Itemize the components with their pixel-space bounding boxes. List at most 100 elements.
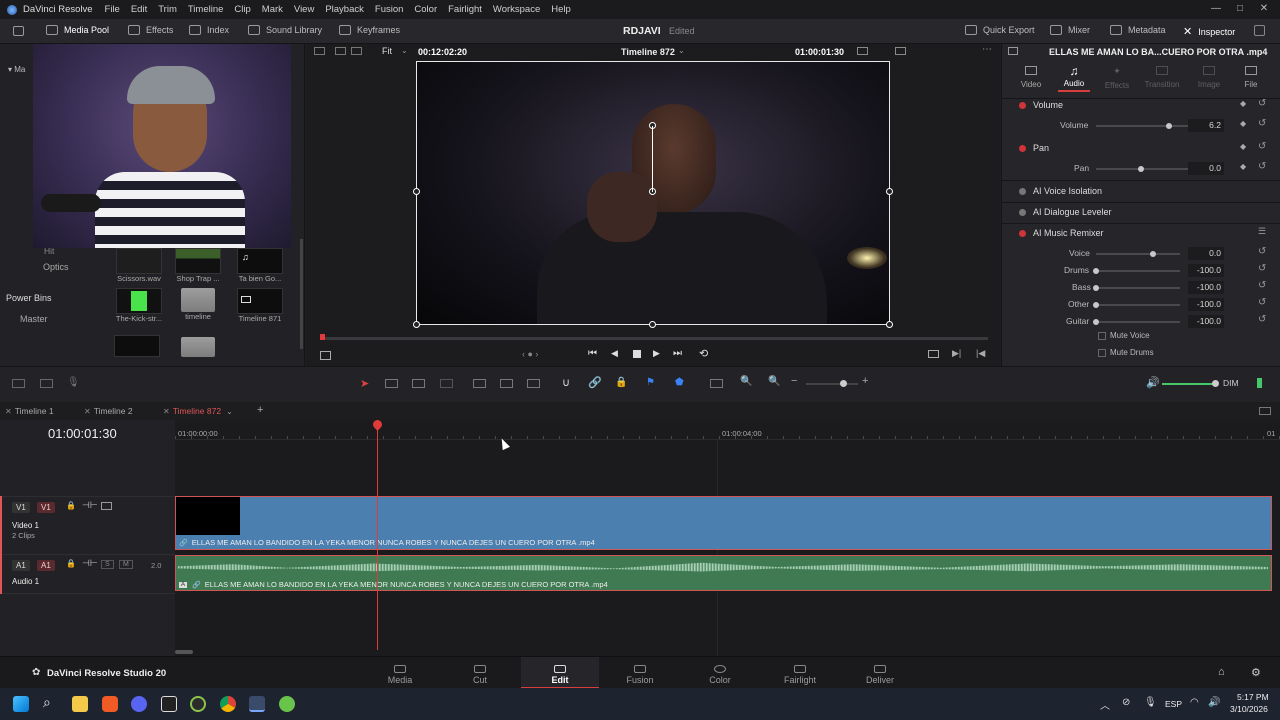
linked-selection-icon[interactable]: 🔗 xyxy=(588,376,602,389)
search-icon[interactable]: ⌕ xyxy=(43,694,51,711)
xbox-icon[interactable] xyxy=(190,696,206,712)
tab-video[interactable]: Video xyxy=(1016,66,1046,89)
microphone-tray-icon[interactable]: 🎙 xyxy=(1144,697,1157,708)
go-to-end-icon[interactable]: ⏭ xyxy=(673,348,682,359)
folder-item[interactable]: timeline xyxy=(167,288,229,321)
app-icon[interactable] xyxy=(279,696,295,712)
page-cut[interactable]: Cut xyxy=(441,657,519,689)
remixer-voice-value[interactable]: 0.0 xyxy=(1188,247,1224,260)
reset-icon[interactable]: ↺ xyxy=(1258,314,1266,325)
panel-toggle-icon[interactable] xyxy=(13,26,24,36)
reset-icon[interactable]: ↺ xyxy=(1258,280,1266,291)
power-bins-master[interactable]: Master xyxy=(20,314,48,324)
volume-value[interactable]: 6.2 xyxy=(1188,119,1224,132)
view-options-icon[interactable] xyxy=(895,47,906,55)
page-media[interactable]: Media xyxy=(361,657,439,689)
clip-item[interactable]: ♫ Ta bien Go... xyxy=(229,248,291,283)
audio-view-icon[interactable] xyxy=(40,379,53,388)
mixer-button[interactable]: Mixer xyxy=(1050,25,1090,35)
loop-icon[interactable]: ⟲ xyxy=(699,347,708,360)
full-extent-zoom-icon[interactable] xyxy=(710,379,723,388)
keyframe-diamond-icon[interactable]: ◆ xyxy=(1240,99,1246,108)
timeline-view-icon[interactable] xyxy=(12,379,25,388)
mute-drums-checkbox[interactable]: Mute Drums xyxy=(1098,348,1154,357)
pan-value[interactable]: 0.0 xyxy=(1188,162,1224,175)
panel-collapse-icon[interactable] xyxy=(1254,25,1265,36)
dynamic-trim-icon[interactable] xyxy=(412,379,425,388)
bin-hit[interactable]: Hit xyxy=(44,246,54,256)
maximize-icon[interactable]: □ xyxy=(1228,3,1252,14)
quick-export-button[interactable]: Quick Export xyxy=(965,25,1035,35)
more-options-icon[interactable]: ⋯ xyxy=(982,44,992,55)
zoom-out-icon[interactable]: − xyxy=(791,375,797,387)
solo-button[interactable]: S xyxy=(101,560,114,569)
zoom-in-icon[interactable]: + xyxy=(862,375,868,387)
crop-tool-icon[interactable] xyxy=(320,351,331,360)
zoom-slider[interactable] xyxy=(806,380,858,387)
remixer-guitar-value[interactable]: -100.0 xyxy=(1188,315,1224,328)
remixer-other-value[interactable]: -100.0 xyxy=(1188,298,1224,311)
menu-fairlight[interactable]: Fairlight xyxy=(448,4,482,15)
settings-gear-icon[interactable]: ⚙ xyxy=(1251,666,1261,679)
remixer-other-slider[interactable] xyxy=(1093,302,1180,308)
track-id-a1[interactable]: A1 xyxy=(12,560,30,571)
tab-timeline-2[interactable]: ✕ Timeline 2 xyxy=(84,406,133,416)
transform-handle[interactable] xyxy=(886,188,893,195)
transform-handle[interactable] xyxy=(886,321,893,328)
reset-icon[interactable]: ↺ xyxy=(1258,297,1266,308)
track-target-v1[interactable]: V1 xyxy=(37,502,55,513)
zoom-slider-knob[interactable] xyxy=(840,380,847,387)
ai-voice-isolation-header[interactable]: AI Voice Isolation xyxy=(1002,183,1280,201)
slider-knob[interactable] xyxy=(1093,268,1099,274)
dim-button[interactable]: DIM xyxy=(1223,378,1239,388)
slider-knob[interactable] xyxy=(1150,251,1156,257)
selection-tool-icon[interactable]: ➤ xyxy=(360,377,369,390)
page-fusion[interactable]: Fusion xyxy=(601,657,679,689)
clip-thumbnail[interactable] xyxy=(114,335,160,357)
reset-icon[interactable]: ↺ xyxy=(1258,246,1266,257)
reset-icon[interactable]: ↺ xyxy=(1258,118,1266,129)
remixer-guitar-slider[interactable] xyxy=(1093,319,1180,325)
lock-track-icon[interactable]: 🔒 xyxy=(66,501,76,510)
index-button[interactable]: Index xyxy=(189,25,229,35)
slider-knob[interactable] xyxy=(1093,302,1099,308)
marker-icon[interactable]: ⬟ xyxy=(675,377,684,388)
metadata-button[interactable]: Metadata xyxy=(1110,25,1166,35)
playhead-marker[interactable] xyxy=(320,334,325,340)
reset-icon[interactable]: ↺ xyxy=(1258,98,1266,109)
keyframes-button[interactable]: Keyframes xyxy=(339,25,400,35)
lock-track-icon[interactable]: 🔒 xyxy=(66,559,76,568)
add-tab-icon[interactable]: + xyxy=(257,404,263,416)
transform-handle[interactable] xyxy=(649,321,656,328)
media-pool-scrollbar[interactable] xyxy=(300,239,303,349)
jog-control[interactable]: ‹ ● › xyxy=(522,349,538,359)
transform-handle[interactable] xyxy=(413,321,420,328)
tab-timeline-1[interactable]: ✕ Timeline 1 xyxy=(5,406,54,416)
keyframe-diamond-icon[interactable]: ◆ xyxy=(1240,119,1246,128)
horizontal-scrollbar[interactable] xyxy=(175,650,193,654)
windows-start-icon[interactable] xyxy=(13,696,29,712)
page-color[interactable]: Color xyxy=(681,657,759,689)
track-visibility-icon[interactable] xyxy=(101,502,112,510)
timeline-item[interactable]: Timeline 871 xyxy=(229,288,291,323)
insert-clip-icon[interactable] xyxy=(473,379,486,388)
viewer-grid-icon[interactable] xyxy=(351,47,362,55)
menu-trim[interactable]: Trim xyxy=(158,4,177,15)
folder-icon[interactable] xyxy=(181,337,215,357)
menu-timeline[interactable]: Timeline xyxy=(188,4,224,15)
viewer-scrubber[interactable] xyxy=(320,334,988,340)
reset-icon[interactable]: ↺ xyxy=(1258,141,1266,152)
close-tab-icon[interactable]: ✕ xyxy=(163,407,170,416)
page-edit[interactable]: Edit xyxy=(521,657,599,689)
stop-icon[interactable] xyxy=(633,350,641,358)
remixer-drums-value[interactable]: -100.0 xyxy=(1188,264,1224,277)
flag-icon[interactable]: ⚑ xyxy=(646,377,655,388)
menu-fusion[interactable]: Fusion xyxy=(375,4,404,15)
close-tab-icon[interactable]: ✕ xyxy=(84,407,91,416)
clip-item[interactable]: Shop Trap ... xyxy=(167,248,229,283)
chevron-down-icon[interactable]: ⌄ xyxy=(226,407,233,416)
page-deliver[interactable]: Deliver xyxy=(841,657,919,689)
slider-knob[interactable] xyxy=(1093,285,1099,291)
ai-music-remixer-header[interactable]: AI Music Remixer ☰ xyxy=(1002,225,1280,243)
tab-timeline-872[interactable]: ✕ Timeline 872 ⌄ xyxy=(163,406,233,416)
